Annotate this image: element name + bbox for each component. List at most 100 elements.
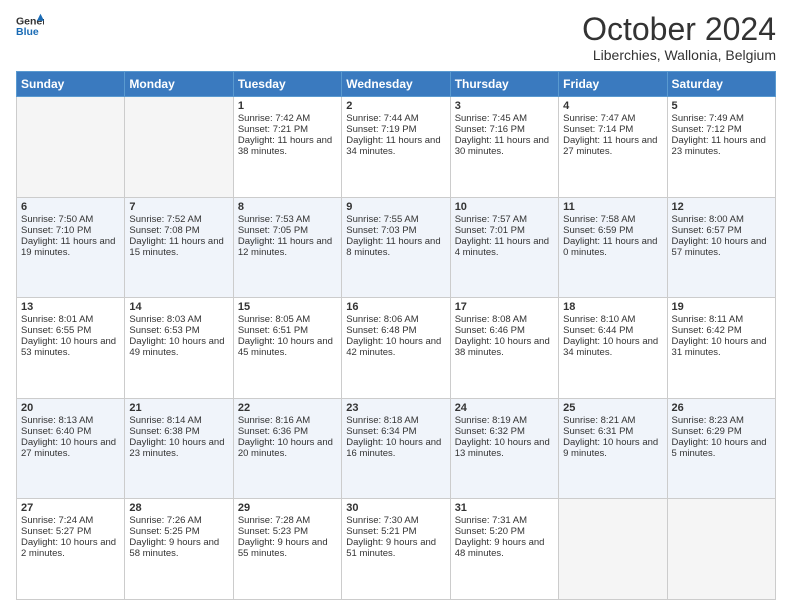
sunset-text: Sunset: 6:44 PM: [563, 325, 662, 336]
day-cell: [559, 499, 667, 600]
day-number: 5: [672, 100, 771, 112]
daylight-text: Daylight: 10 hours and 20 minutes.: [238, 437, 337, 459]
week-row-3: 13Sunrise: 8:01 AMSunset: 6:55 PMDayligh…: [17, 298, 776, 399]
day-number: 22: [238, 402, 337, 414]
sunrise-text: Sunrise: 8:11 AM: [672, 314, 771, 325]
day-number: 18: [563, 301, 662, 313]
header-row: SundayMondayTuesdayWednesdayThursdayFrid…: [17, 72, 776, 97]
day-number: 31: [455, 502, 554, 514]
day-number: 11: [563, 201, 662, 213]
sunrise-text: Sunrise: 7:55 AM: [346, 214, 445, 225]
day-cell: 24Sunrise: 8:19 AMSunset: 6:32 PMDayligh…: [450, 398, 558, 499]
day-cell: 20Sunrise: 8:13 AMSunset: 6:40 PMDayligh…: [17, 398, 125, 499]
day-number: 10: [455, 201, 554, 213]
day-cell: 22Sunrise: 8:16 AMSunset: 6:36 PMDayligh…: [233, 398, 341, 499]
day-number: 7: [129, 201, 228, 213]
daylight-text: Daylight: 11 hours and 30 minutes.: [455, 135, 554, 157]
sunset-text: Sunset: 7:05 PM: [238, 225, 337, 236]
sunset-text: Sunset: 7:16 PM: [455, 124, 554, 135]
sunset-text: Sunset: 6:46 PM: [455, 325, 554, 336]
sunrise-text: Sunrise: 8:10 AM: [563, 314, 662, 325]
col-header-wednesday: Wednesday: [342, 72, 450, 97]
title-block: October 2024 Liberchies, Wallonia, Belgi…: [582, 12, 776, 63]
daylight-text: Daylight: 11 hours and 19 minutes.: [21, 236, 120, 258]
sunrise-text: Sunrise: 7:52 AM: [129, 214, 228, 225]
daylight-text: Daylight: 10 hours and 34 minutes.: [563, 336, 662, 358]
day-cell: 12Sunrise: 8:00 AMSunset: 6:57 PMDayligh…: [667, 197, 775, 298]
day-cell: 7Sunrise: 7:52 AMSunset: 7:08 PMDaylight…: [125, 197, 233, 298]
day-cell: 21Sunrise: 8:14 AMSunset: 6:38 PMDayligh…: [125, 398, 233, 499]
sunrise-text: Sunrise: 7:53 AM: [238, 214, 337, 225]
daylight-text: Daylight: 11 hours and 27 minutes.: [563, 135, 662, 157]
day-cell: 28Sunrise: 7:26 AMSunset: 5:25 PMDayligh…: [125, 499, 233, 600]
daylight-text: Daylight: 9 hours and 48 minutes.: [455, 537, 554, 559]
week-row-1: 1Sunrise: 7:42 AMSunset: 7:21 PMDaylight…: [17, 97, 776, 198]
sunrise-text: Sunrise: 8:21 AM: [563, 415, 662, 426]
day-cell: 3Sunrise: 7:45 AMSunset: 7:16 PMDaylight…: [450, 97, 558, 198]
day-number: 19: [672, 301, 771, 313]
sunrise-text: Sunrise: 8:06 AM: [346, 314, 445, 325]
day-cell: 8Sunrise: 7:53 AMSunset: 7:05 PMDaylight…: [233, 197, 341, 298]
sunrise-text: Sunrise: 7:28 AM: [238, 515, 337, 526]
sunset-text: Sunset: 6:55 PM: [21, 325, 120, 336]
day-cell: 11Sunrise: 7:58 AMSunset: 6:59 PMDayligh…: [559, 197, 667, 298]
sunset-text: Sunset: 5:25 PM: [129, 526, 228, 537]
sunset-text: Sunset: 6:38 PM: [129, 426, 228, 437]
sunrise-text: Sunrise: 7:31 AM: [455, 515, 554, 526]
svg-text:Blue: Blue: [16, 26, 39, 38]
day-cell: 1Sunrise: 7:42 AMSunset: 7:21 PMDaylight…: [233, 97, 341, 198]
day-number: 6: [21, 201, 120, 213]
daylight-text: Daylight: 10 hours and 57 minutes.: [672, 236, 771, 258]
daylight-text: Daylight: 10 hours and 13 minutes.: [455, 437, 554, 459]
week-row-5: 27Sunrise: 7:24 AMSunset: 5:27 PMDayligh…: [17, 499, 776, 600]
sunset-text: Sunset: 6:40 PM: [21, 426, 120, 437]
daylight-text: Daylight: 9 hours and 58 minutes.: [129, 537, 228, 559]
daylight-text: Daylight: 10 hours and 9 minutes.: [563, 437, 662, 459]
sunrise-text: Sunrise: 7:44 AM: [346, 113, 445, 124]
daylight-text: Daylight: 10 hours and 53 minutes.: [21, 336, 120, 358]
sunrise-text: Sunrise: 7:49 AM: [672, 113, 771, 124]
daylight-text: Daylight: 10 hours and 31 minutes.: [672, 336, 771, 358]
sunset-text: Sunset: 6:31 PM: [563, 426, 662, 437]
calendar-table: SundayMondayTuesdayWednesdayThursdayFrid…: [16, 71, 776, 600]
sunrise-text: Sunrise: 7:42 AM: [238, 113, 337, 124]
day-number: 29: [238, 502, 337, 514]
sunrise-text: Sunrise: 7:57 AM: [455, 214, 554, 225]
logo: General Blue: [16, 12, 44, 40]
header: General Blue October 2024 Liberchies, Wa…: [16, 12, 776, 63]
sunset-text: Sunset: 7:19 PM: [346, 124, 445, 135]
daylight-text: Daylight: 10 hours and 38 minutes.: [455, 336, 554, 358]
sunset-text: Sunset: 7:01 PM: [455, 225, 554, 236]
day-cell: 14Sunrise: 8:03 AMSunset: 6:53 PMDayligh…: [125, 298, 233, 399]
day-number: 8: [238, 201, 337, 213]
day-number: 4: [563, 100, 662, 112]
sunset-text: Sunset: 6:42 PM: [672, 325, 771, 336]
day-cell: 5Sunrise: 7:49 AMSunset: 7:12 PMDaylight…: [667, 97, 775, 198]
day-cell: 30Sunrise: 7:30 AMSunset: 5:21 PMDayligh…: [342, 499, 450, 600]
sunset-text: Sunset: 7:08 PM: [129, 225, 228, 236]
location-subtitle: Liberchies, Wallonia, Belgium: [582, 47, 776, 63]
daylight-text: Daylight: 11 hours and 12 minutes.: [238, 236, 337, 258]
sunset-text: Sunset: 5:20 PM: [455, 526, 554, 537]
day-number: 27: [21, 502, 120, 514]
daylight-text: Daylight: 11 hours and 4 minutes.: [455, 236, 554, 258]
sunset-text: Sunset: 6:48 PM: [346, 325, 445, 336]
day-number: 28: [129, 502, 228, 514]
sunrise-text: Sunrise: 8:03 AM: [129, 314, 228, 325]
day-cell: [125, 97, 233, 198]
day-cell: 18Sunrise: 8:10 AMSunset: 6:44 PMDayligh…: [559, 298, 667, 399]
day-number: 24: [455, 402, 554, 414]
day-cell: 25Sunrise: 8:21 AMSunset: 6:31 PMDayligh…: [559, 398, 667, 499]
day-cell: 31Sunrise: 7:31 AMSunset: 5:20 PMDayligh…: [450, 499, 558, 600]
sunset-text: Sunset: 6:29 PM: [672, 426, 771, 437]
sunset-text: Sunset: 6:51 PM: [238, 325, 337, 336]
day-cell: 16Sunrise: 8:06 AMSunset: 6:48 PMDayligh…: [342, 298, 450, 399]
daylight-text: Daylight: 11 hours and 15 minutes.: [129, 236, 228, 258]
sunrise-text: Sunrise: 7:30 AM: [346, 515, 445, 526]
sunset-text: Sunset: 6:34 PM: [346, 426, 445, 437]
sunrise-text: Sunrise: 8:14 AM: [129, 415, 228, 426]
daylight-text: Daylight: 11 hours and 38 minutes.: [238, 135, 337, 157]
daylight-text: Daylight: 11 hours and 0 minutes.: [563, 236, 662, 258]
day-cell: [667, 499, 775, 600]
col-header-sunday: Sunday: [17, 72, 125, 97]
